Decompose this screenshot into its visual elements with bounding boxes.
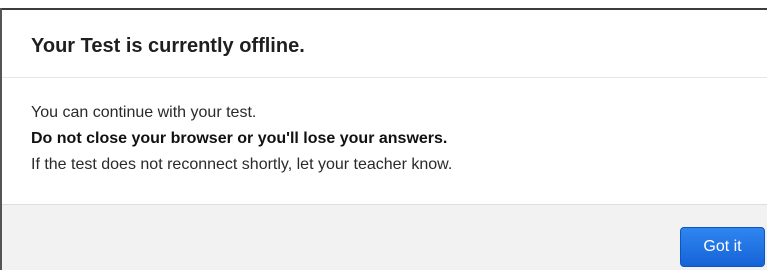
offline-dialog: Your Test is currently offline. You can … xyxy=(0,0,767,270)
reconnect-message: If the test does not reconnect shortly, … xyxy=(31,156,453,173)
got-it-button[interactable]: Got it xyxy=(680,227,765,267)
dialog-footer: Got it xyxy=(2,204,767,270)
dialog-header: Your Test is currently offline. xyxy=(2,10,767,78)
dialog-body: You can continue with your test. Do not … xyxy=(2,78,767,204)
continue-message: You can continue with your test. xyxy=(31,104,257,121)
dialog-title: Your Test is currently offline. xyxy=(31,35,305,57)
warning-message: Do not close your browser or you'll lose… xyxy=(31,130,448,147)
